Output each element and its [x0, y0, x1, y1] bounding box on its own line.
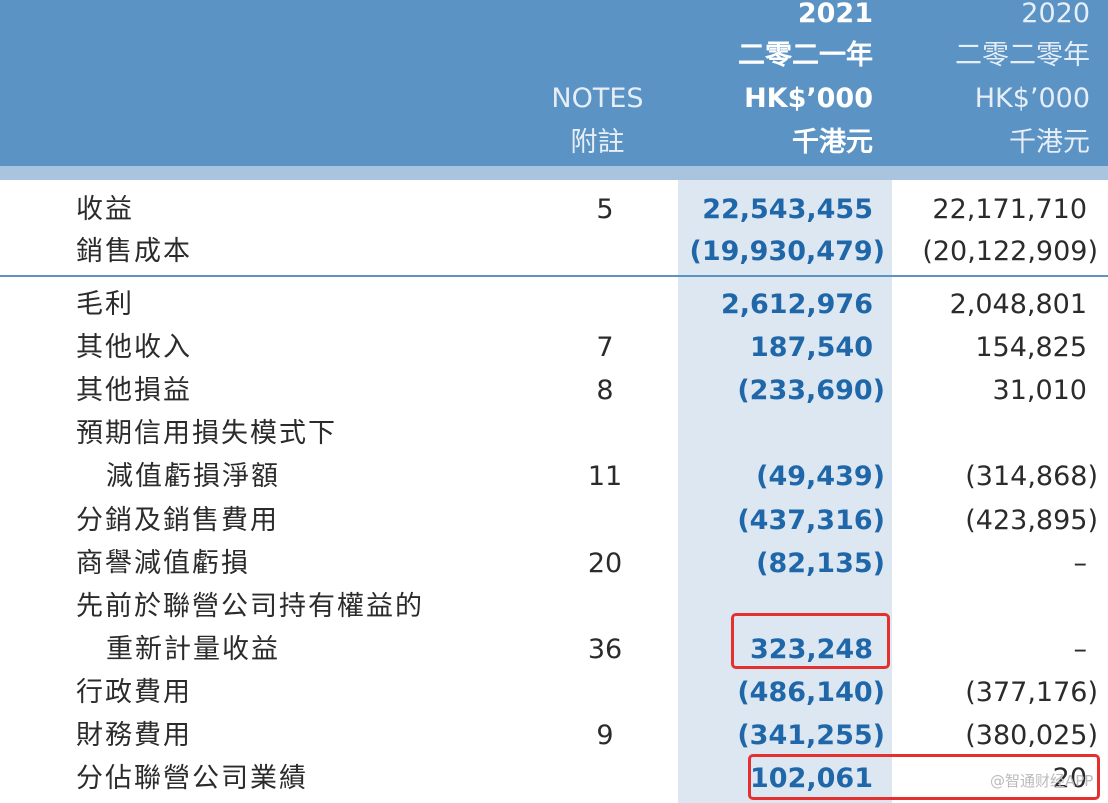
- row-label: 其他損益: [76, 375, 192, 406]
- row-label: 減值虧損淨額: [106, 461, 280, 492]
- row-value-2020: (377,176): [965, 677, 1098, 708]
- row-label: 分佔聯營公司業績: [76, 763, 308, 794]
- row-value-2021: [680, 412, 885, 455]
- row-note: [560, 499, 650, 542]
- row-note: 5: [596, 194, 614, 225]
- row-value-2020: –: [1073, 634, 1088, 665]
- row-value-2020: 2,048,801: [949, 289, 1087, 320]
- section-divider: [0, 275, 1108, 277]
- row-note: [560, 757, 650, 800]
- row-note: 9: [596, 720, 614, 751]
- table-row: 其他收入 7 187,540 154,825: [0, 326, 1108, 369]
- row-value-2021: 187,540: [750, 332, 873, 363]
- row-value-2020: 22,171,710: [932, 194, 1087, 225]
- row-label: 分銷及銷售費用: [76, 505, 279, 536]
- row-note: 20: [587, 548, 623, 579]
- row-value-2021: (49,439): [756, 461, 885, 492]
- row-value-2021: 22,543,455: [702, 194, 873, 225]
- row-note: [560, 671, 650, 714]
- row-value-2020: (380,025): [965, 720, 1098, 751]
- highlight-box-remeasurement: [731, 613, 890, 669]
- header-2020-unit-zh: 千港元: [1009, 127, 1090, 158]
- header-2020-unit: HK$’000: [974, 83, 1090, 114]
- row-note: [560, 412, 650, 455]
- row-note: 36: [587, 634, 623, 665]
- header-notes-zh: 附註: [570, 127, 625, 158]
- row-value-2021: (82,135): [756, 548, 885, 579]
- row-label: 先前於聯營公司持有權益的: [76, 591, 424, 622]
- row-value-2020: (20,122,909): [922, 236, 1098, 267]
- table-row: 毛利 2,612,976 2,048,801: [0, 283, 1108, 326]
- header-notes: NOTES: [551, 83, 644, 114]
- row-value-2020: –: [1073, 548, 1088, 579]
- watermark: @智通财经APP: [990, 772, 1094, 790]
- row-label: 銷售成本: [76, 236, 192, 267]
- header-2020-year-zh: 二零二零年: [955, 40, 1090, 71]
- row-value-2021: (341,255): [737, 720, 885, 751]
- row-value-2021: (486,140): [737, 677, 885, 708]
- header-2021-unit: HK$’000: [744, 83, 873, 114]
- table-row: 預期信用損失模式下: [0, 412, 1108, 455]
- row-value-2021: (437,316): [737, 505, 885, 536]
- row-note: 7: [596, 332, 614, 363]
- table-row: 收益 5 22,543,455 22,171,710: [0, 188, 1108, 231]
- row-label: 行政費用: [76, 677, 192, 708]
- row-note: 8: [596, 375, 614, 406]
- row-label: 財務費用: [76, 720, 192, 751]
- row-value-2020: [895, 585, 1098, 628]
- header-2021-year: 2021: [797, 0, 873, 29]
- row-value-2021: 2,612,976: [720, 289, 873, 320]
- row-note: 11: [587, 461, 623, 492]
- row-note: [560, 230, 650, 273]
- row-label: 其他收入: [76, 332, 192, 363]
- row-note: [560, 585, 650, 628]
- row-label: 收益: [76, 194, 134, 225]
- row-value-2020: 154,825: [975, 332, 1087, 363]
- row-label: 毛利: [76, 289, 134, 320]
- row-value-2020: 31,010: [992, 375, 1087, 406]
- table-row: 行政費用 (486,140) (377,176): [0, 671, 1108, 714]
- header-2021-year-zh: 二零二一年: [738, 40, 873, 71]
- header-2020-year: 2020: [1021, 0, 1090, 29]
- row-label: 預期信用損失模式下: [76, 418, 337, 449]
- row-value-2020: [895, 412, 1098, 455]
- header-stripe: [0, 166, 1108, 180]
- table-row: 財務費用 9 (341,255) (380,025): [0, 714, 1108, 757]
- table-row: 先前於聯營公司持有權益的: [0, 585, 1108, 628]
- table-row: 重新計量收益 36 323,248 –: [0, 628, 1108, 671]
- table-row: 分銷及銷售費用 (437,316) (423,895): [0, 499, 1108, 542]
- row-note: [560, 283, 650, 326]
- table-row: 減值虧損淨額 11 (49,439) (314,868): [0, 455, 1108, 498]
- row-value-2020: (314,868): [965, 461, 1098, 492]
- row-label: 商譽減值虧損: [76, 548, 250, 579]
- header-2021-unit-zh: 千港元: [792, 127, 873, 158]
- row-value-2020: (423,895): [965, 505, 1098, 536]
- row-label: 重新計量收益: [106, 634, 280, 665]
- table-row: 其他損益 8 (233,690) 31,010: [0, 369, 1108, 412]
- row-value-2021: (19,930,479): [689, 236, 886, 267]
- table-row: 銷售成本 (19,930,479) (20,122,909): [0, 230, 1108, 273]
- table-row: 商譽減值虧損 20 (82,135) –: [0, 542, 1108, 585]
- row-value-2021: (233,690): [737, 375, 885, 406]
